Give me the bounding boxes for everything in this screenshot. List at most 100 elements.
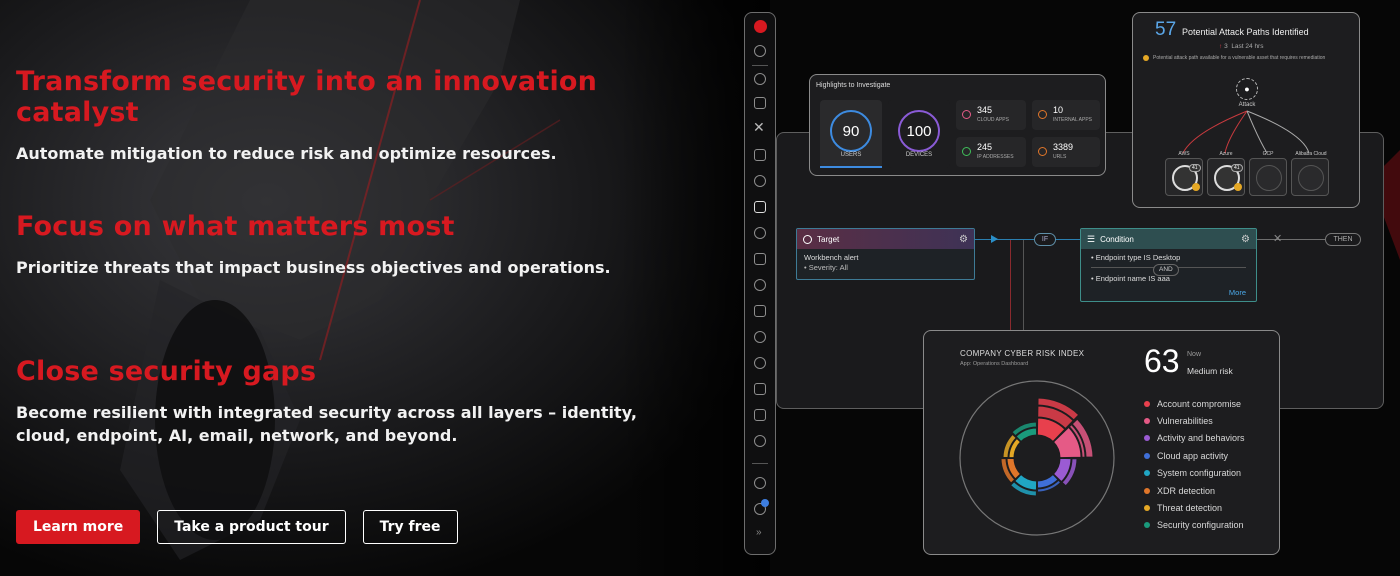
filter-icon: ☰ [1087, 233, 1096, 244]
help-icon[interactable] [754, 477, 766, 489]
section-text: Prioritize threats that impact business … [16, 258, 611, 277]
link-icon [1038, 147, 1047, 156]
devices-value: 100 [906, 122, 932, 140]
section-gaps: Close security gaps Become resilient wit… [16, 356, 676, 447]
target-azure-label: Azure [1219, 151, 1233, 157]
warning-icon [1192, 183, 1200, 191]
urls-tile[interactable]: 3389 URLS [1032, 137, 1100, 167]
azure-badge: 41 [1231, 164, 1243, 172]
legend-item[interactable]: Cloud app activity [1144, 447, 1245, 464]
section-text: Become resilient with integrated securit… [16, 403, 637, 445]
legend-dot [1144, 452, 1150, 459]
target-icon[interactable] [754, 279, 766, 291]
cloud-icon[interactable] [754, 331, 766, 343]
devices-label: DEVICES [905, 152, 933, 158]
internal-apps-tile[interactable]: 10 INTERNAL APPS [1032, 100, 1100, 130]
rose-outline [959, 380, 1115, 536]
target-aws[interactable]: 41 [1165, 158, 1203, 196]
risk-now-label: Now [1187, 351, 1202, 358]
legend-label: Activity and behaviors [1157, 433, 1245, 444]
gear-icon[interactable]: ⚙ [1241, 234, 1250, 245]
legend-item[interactable]: Vulnerabilities [1144, 412, 1245, 429]
if-pill: IF [1034, 233, 1056, 246]
legend-dot [1144, 505, 1150, 512]
more-link[interactable]: More [1091, 288, 1246, 298]
target-icon [803, 234, 812, 244]
condition-title: Condition [1100, 234, 1134, 244]
target-azure[interactable]: 41 [1207, 158, 1245, 196]
urls-label: URLS [1053, 154, 1067, 160]
urls-value: 3389 [1053, 142, 1074, 152]
xdr-icon[interactable]: ✕ [753, 120, 765, 134]
risk-subtitle: App: Operations Dashboard [960, 361, 1029, 367]
legend-label: Security configuration [1157, 520, 1244, 531]
network-icon[interactable] [754, 305, 766, 317]
dashboard-icon[interactable] [754, 45, 766, 57]
cloud-apps-label: CLOUD APPS [977, 117, 1009, 123]
clock-icon[interactable] [754, 175, 766, 187]
target-header: Target ⚙ [797, 229, 974, 249]
legend-label: Cloud app activity [1157, 450, 1229, 461]
product-tour-button[interactable]: Take a product tour [157, 510, 346, 544]
risk-index-card: COMPANY CYBER RISK INDEX App: Operations… [923, 330, 1280, 555]
legend-label: Vulnerabilities [1157, 416, 1213, 427]
legend-item[interactable]: System configuration [1144, 465, 1245, 482]
legend-label: Account compromise [1157, 398, 1242, 409]
document-icon[interactable] [754, 383, 766, 395]
legend-label: XDR detection [1157, 485, 1216, 496]
workflow-icon[interactable] [754, 201, 766, 213]
chat-icon[interactable] [754, 227, 766, 239]
target-gcp[interactable] [1249, 158, 1287, 196]
devices-ring: 100 [898, 110, 940, 152]
target-line1: Workbench alert [804, 253, 859, 262]
target-alibaba[interactable] [1291, 158, 1329, 196]
risk-legend: Account compromise Vulnerabilities Activit… [1144, 395, 1245, 534]
condition-card[interactable]: ☰ Condition ⚙ • Endpoint type IS Desktop… [1080, 228, 1257, 302]
ip-tile[interactable]: 245 IP ADDRESSES [956, 137, 1026, 167]
app-sidebar: ✕ » [744, 12, 776, 555]
target-card[interactable]: Target ⚙ Workbench alert • Severity: All [796, 228, 975, 280]
ip-icon [962, 147, 971, 156]
risk-level: Medium risk [1187, 366, 1233, 376]
then-pill: THEN [1325, 233, 1361, 246]
risk-rose-chart [959, 380, 1115, 536]
section-transform: Transform security into an innovation ca… [16, 66, 716, 165]
legend-label: Threat detection [1157, 503, 1223, 514]
legend-item[interactable]: Security configuration [1144, 517, 1245, 534]
users-tile[interactable]: 90 USERS [820, 100, 882, 168]
close-icon[interactable]: ✕ [1273, 232, 1282, 245]
cta-buttons: Learn more Take a product tour Try free [16, 510, 458, 544]
alert-icon[interactable] [754, 73, 766, 85]
report-icon[interactable] [754, 409, 766, 421]
legend-item[interactable]: Activity and behaviors [1144, 430, 1245, 447]
server-icon [1256, 165, 1282, 191]
section-heading: Close security gaps [16, 356, 317, 387]
cloud-apps-value: 345 [977, 105, 993, 115]
cloud-apps-tile[interactable]: 345 CLOUD APPS [956, 100, 1026, 130]
settings-icon[interactable] [754, 435, 766, 447]
aws-badge: 41 [1189, 164, 1201, 172]
legend-item[interactable]: Threat detection [1144, 499, 1245, 516]
target-gcp-label: GCP [1262, 151, 1274, 157]
internal-apps-label: INTERNAL APPS [1053, 117, 1092, 123]
user-icon[interactable] [754, 253, 766, 265]
legend-dot [1144, 470, 1150, 477]
try-free-button[interactable]: Try free [362, 510, 458, 544]
legend-label: System configuration [1157, 468, 1242, 479]
devices-tile[interactable]: 100 DEVICES [888, 100, 950, 168]
internal-apps-value: 10 [1053, 105, 1064, 115]
highlights-title: Highlights to Investigate [816, 82, 891, 89]
expand-icon[interactable]: » [756, 527, 762, 538]
users-label: USERS [840, 152, 862, 158]
eye-icon[interactable] [754, 357, 766, 369]
legend-dot [1144, 522, 1150, 529]
monitor-icon[interactable] [754, 149, 766, 161]
inbox-icon[interactable] [754, 97, 766, 109]
cloud-icon [962, 110, 971, 119]
learn-more-button[interactable]: Learn more [16, 510, 141, 544]
legend-item[interactable]: XDR detection [1144, 482, 1245, 499]
gear-icon[interactable]: ⚙ [959, 234, 968, 245]
target-aws-label: AWS [1178, 151, 1190, 157]
legend-dot [1144, 400, 1150, 407]
legend-item[interactable]: Account compromise [1144, 395, 1245, 412]
